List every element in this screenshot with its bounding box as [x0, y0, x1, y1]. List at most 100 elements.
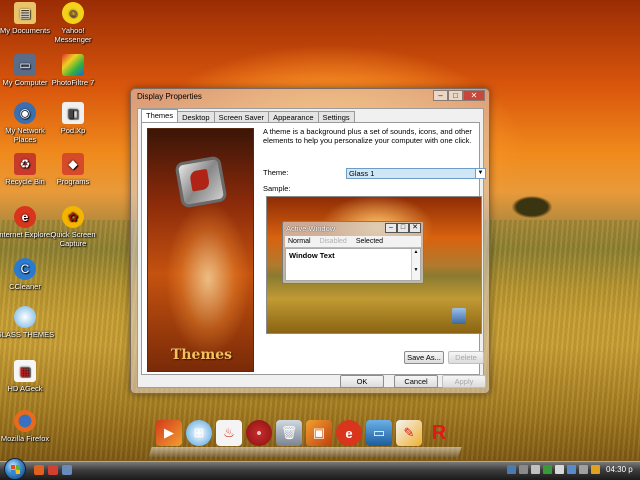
tab-settings[interactable]: Settings: [317, 111, 355, 122]
screen-capture-icon: ✿: [62, 206, 84, 228]
cancel-button[interactable]: Cancel: [394, 375, 438, 388]
tray-usb-icon[interactable]: [579, 465, 588, 474]
sample-menu-disabled: Disabled: [319, 238, 347, 245]
tab-screen-saver[interactable]: Screen Saver: [213, 111, 270, 122]
desktop-icon-label: Mozilla Firefox: [0, 434, 50, 443]
themes-artwork: Themes: [147, 128, 254, 372]
desktop-icon-label: PhotoFiltre 7: [51, 78, 95, 87]
themes-logo-icon: [174, 155, 228, 209]
tab-themes[interactable]: Themes: [141, 109, 179, 122]
glass-themes-icon: [14, 306, 36, 328]
quicklaunch-desktop-icon[interactable]: [62, 465, 72, 475]
desktop-icon-label: Programs: [56, 177, 90, 186]
theme-dropdown[interactable]: Glass 1 ▼: [346, 168, 486, 179]
sample-window-buttons: – □ ✕: [385, 223, 421, 233]
tray-volume-icon[interactable]: [531, 465, 540, 474]
desktop-icon-pod-xp[interactable]: ◧ Pod.Xp: [42, 102, 104, 135]
java-icon[interactable]: ♨: [216, 420, 242, 446]
theme-sample-preview: Active Window – □ ✕ Normal Disabled Sele…: [266, 196, 482, 334]
desktop-icon-label: Yahoo! Messenger: [54, 26, 92, 44]
horizon-tree: [512, 196, 552, 218]
my-computer-icon: ▭: [14, 54, 36, 76]
firefox-icon: [14, 410, 36, 432]
desktop-icon-label: Quick Screen Capture: [50, 230, 96, 248]
tab-desktop[interactable]: Desktop: [177, 111, 215, 122]
hd-ageck-icon: ▦: [14, 360, 36, 382]
internet-explorer-icon: e: [14, 206, 36, 228]
sample-maximize-icon: □: [397, 223, 409, 233]
start-button[interactable]: [4, 458, 26, 480]
yahoo-messenger-icon: ☺: [62, 2, 84, 24]
recycle-bin-icon[interactable]: 🗑: [276, 420, 302, 446]
sample-menu-selected: Selected: [355, 238, 384, 245]
maximize-button[interactable]: □: [448, 90, 463, 101]
desktop-icon-yahoo-messenger[interactable]: ☺ Yahoo! Messenger: [42, 2, 104, 44]
title-bar-buttons: – □ ✕: [433, 90, 485, 101]
desktop-icon-programs[interactable]: ◆ Programs: [42, 153, 104, 186]
sample-menu-normal: Normal: [288, 238, 311, 245]
close-button[interactable]: ✕: [463, 90, 485, 101]
themes-panel: Themes A theme is a background plus a se…: [141, 122, 486, 375]
dialog-client-area: Themes Desktop Screen Saver Appearance S…: [137, 108, 486, 388]
media-player-icon[interactable]: ▶: [156, 420, 182, 446]
themes-art-title: Themes: [170, 347, 233, 363]
sample-active-window: Active Window – □ ✕ Normal Disabled Sele…: [282, 221, 424, 284]
desktop-icon-label: CCleaner: [9, 282, 41, 291]
paint-icon[interactable]: ✎: [396, 420, 422, 446]
sample-menu-bar: Normal Disabled Selected: [285, 236, 421, 247]
r-app-icon[interactable]: R: [426, 420, 452, 446]
sample-scrollbar: ▲ ▼: [411, 249, 420, 280]
tray-app-icon[interactable]: [555, 465, 564, 474]
disc-icon[interactable]: [246, 420, 272, 446]
quicklaunch-firefox-icon[interactable]: [34, 465, 44, 475]
sample-close-icon: ✕: [409, 223, 421, 233]
tray-update-icon[interactable]: [591, 465, 600, 474]
tab-strip: Themes Desktop Screen Saver Appearance S…: [141, 109, 355, 122]
minimize-button[interactable]: –: [433, 90, 448, 101]
windows-logo-icon[interactable]: ⊞: [186, 420, 212, 446]
folder-documents-icon: ▤: [14, 2, 36, 24]
sample-label: Sample:: [263, 184, 291, 193]
network-places-icon: ◉: [14, 102, 36, 124]
desktop-icon-photofiltre[interactable]: PhotoFiltre 7: [42, 54, 104, 87]
dock-shelf: [148, 447, 462, 457]
pod-xp-icon: ◧: [62, 102, 84, 124]
tray-display-icon[interactable]: [567, 465, 576, 474]
sample-window-text: Window Text: [289, 251, 335, 260]
recycle-bin-icon: ♻: [14, 153, 36, 175]
display-icon[interactable]: ▭: [366, 420, 392, 446]
ccleaner-icon: C: [14, 258, 36, 280]
desktop-icon-quick-screen-capture[interactable]: ✿ Quick Screen Capture: [42, 206, 104, 248]
internet-explorer-icon[interactable]: e: [336, 420, 362, 446]
quicklaunch-ie-icon[interactable]: [48, 465, 58, 475]
apply-button[interactable]: Apply: [442, 375, 486, 388]
programs-icon: ◆: [62, 153, 84, 175]
tray-keyboard-icon[interactable]: [519, 465, 528, 474]
desktop-icon-ccleaner[interactable]: C CCleaner: [0, 258, 56, 291]
desktop-icon-mozilla-firefox[interactable]: Mozilla Firefox: [0, 410, 56, 443]
sample-window-title: Active Window: [286, 224, 336, 233]
photofiltre-icon: [62, 54, 84, 76]
desktop-icon-hd-ageck[interactable]: ▦ HD AGeck: [0, 360, 56, 393]
dialog-title: Display Properties: [137, 92, 202, 101]
tray-security-icon[interactable]: [543, 465, 552, 474]
sample-recycle-bin-icon: [452, 308, 466, 324]
desktop-icon-glass-themes[interactable]: GLASS THEMES: [0, 306, 56, 339]
sample-window-text-area: Window Text ▲ ▼: [285, 248, 421, 281]
desktop-icon-label: HD AGeck: [7, 384, 43, 393]
theme-label: Theme:: [263, 168, 289, 177]
sample-minimize-icon: –: [385, 223, 397, 233]
taskbar-clock[interactable]: 04:30 p: [606, 465, 633, 474]
desktop-icon-label: Pod.Xp: [60, 126, 86, 135]
tab-appearance[interactable]: Appearance: [268, 111, 319, 122]
ok-button[interactable]: OK: [340, 375, 384, 388]
tray-network-icon[interactable]: [507, 465, 516, 474]
desktop-icon-label: GLASS THEMES: [0, 330, 55, 339]
photo-icon[interactable]: ▣: [306, 420, 332, 446]
theme-dropdown-value: Glass 1: [349, 169, 375, 178]
theme-description: A theme is a background plus a set of so…: [263, 127, 472, 145]
delete-button[interactable]: Delete: [448, 351, 484, 364]
save-as-button[interactable]: Save As...: [404, 351, 444, 364]
display-properties-dialog: Display Properties – □ ✕ Themes Desktop …: [130, 88, 490, 394]
chevron-down-icon[interactable]: ▼: [475, 169, 485, 178]
